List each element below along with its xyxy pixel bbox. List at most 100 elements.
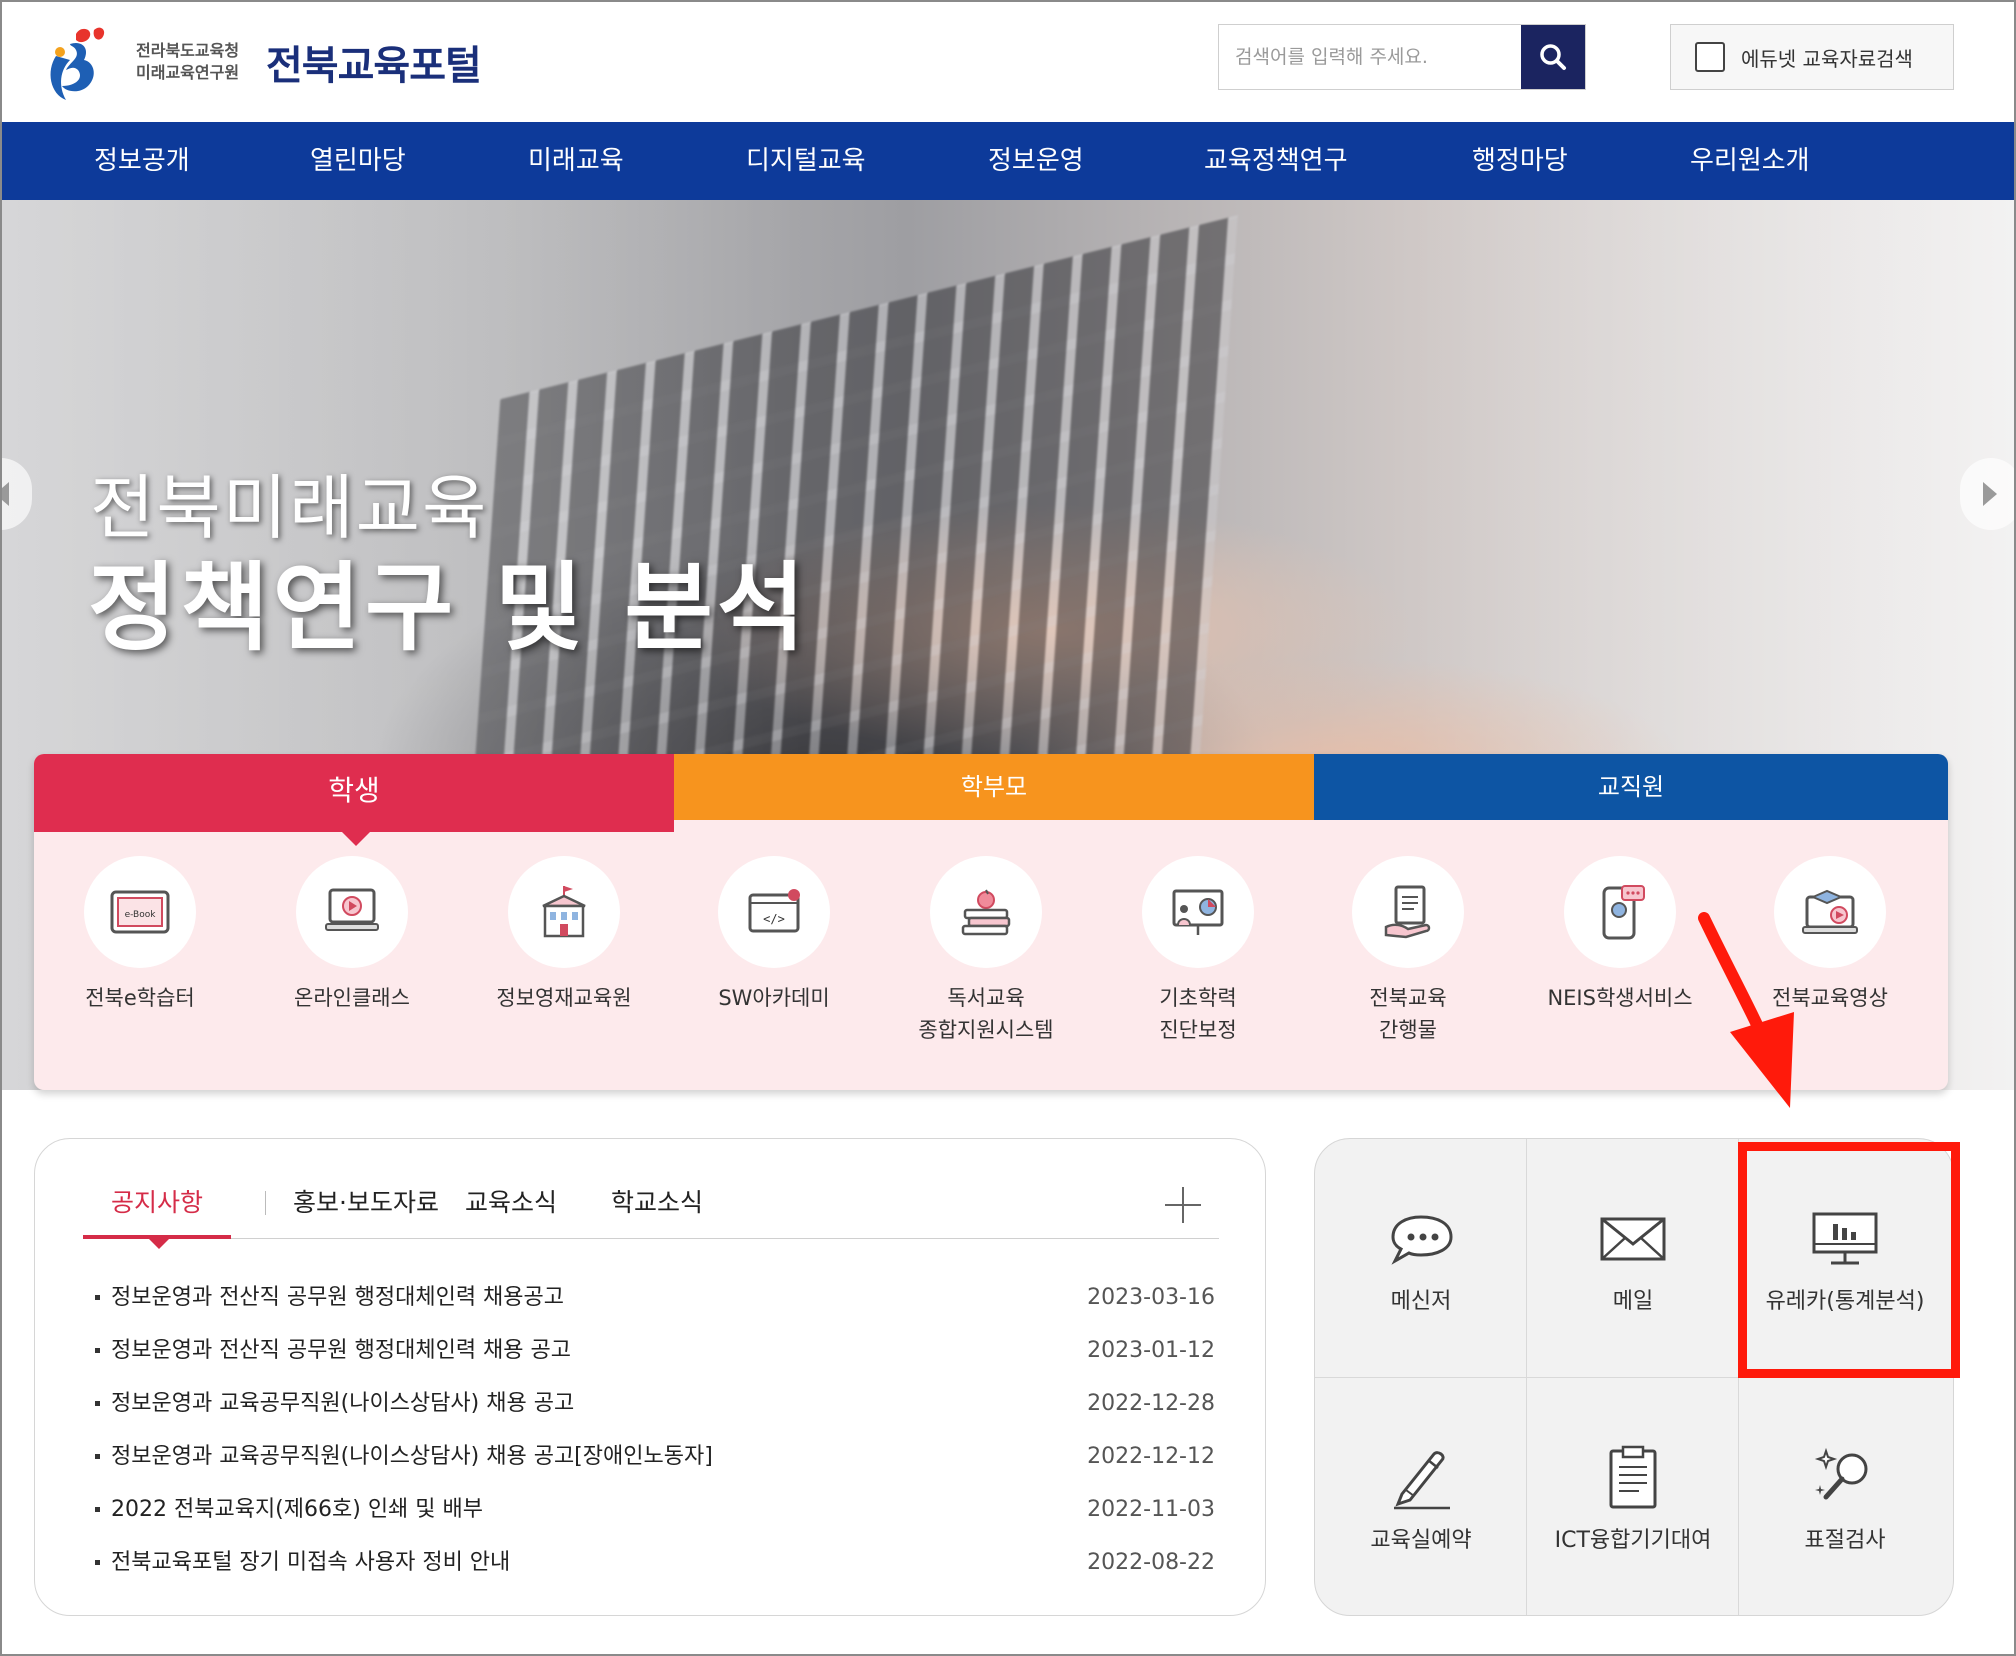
tab-student[interactable]: 학생 (34, 754, 674, 846)
tab-school-news[interactable]: 학교소식 (611, 1179, 703, 1239)
quick-label: 메일 (1612, 1289, 1654, 1314)
edunet-label: 에듀넷 교육자료검색 (1741, 46, 1913, 71)
notice-title[interactable]: 정보운영과 교육공무직원(나이스상담사) 채용 공고[장애인노동자] (111, 1430, 713, 1483)
service-item-gifted-education[interactable]: 정보영재교육원 (464, 856, 664, 1014)
quick-item-ict-rental[interactable]: ICT융합기기대여 (1527, 1378, 1739, 1615)
quick-item-messenger[interactable]: 메신저 (1315, 1139, 1527, 1378)
plus-icon (1165, 1187, 1201, 1223)
nav-item-open-forum[interactable]: 열린마당 (310, 122, 406, 200)
notice-board: 공지사항 홍보·보도자료 교육소식 학교소식 정보운영과 전산직 공무원 행정대… (34, 1138, 1266, 1616)
service-item-publications[interactable]: 전북교육 간행물 (1308, 856, 1508, 1046)
svg-text:e-Book: e-Book (125, 910, 157, 920)
tab-announcements[interactable]: 공지사항 (83, 1179, 231, 1249)
quick-label: 메신저 (1390, 1289, 1452, 1314)
pencil-icon (1383, 1446, 1459, 1510)
nav-item-about-us[interactable]: 우리원소개 (1690, 122, 1810, 200)
notice-row[interactable]: 정보운영과 전산직 공무원 행정대체인력 채용 공고 2023-01-12 (95, 1324, 1215, 1377)
service-label: SW아카데미 (718, 986, 830, 1010)
graduation-video-icon (1802, 889, 1858, 934)
notice-title[interactable]: 정보운영과 전산직 공무원 행정대체인력 채용 공고 (111, 1324, 571, 1377)
edunet-search-toggle[interactable]: 에듀넷 교육자료검색 (1670, 24, 1954, 90)
quick-label: 유레카(통계분석) (1765, 1289, 1925, 1314)
search-input[interactable] (1219, 25, 1521, 89)
notice-date: 2022-08-22 (1087, 1550, 1215, 1575)
service-label: 전북e학습터 (85, 986, 195, 1010)
service-label: 전북교육 간행물 (1369, 986, 1447, 1042)
hero-title: 정책연구 및 분석 (88, 552, 810, 664)
main-nav: 정보공개 열린마당 미래교육 디지털교육 정보운영 교육정책연구 행정마당 우리… (0, 122, 2016, 200)
tab-education-news[interactable]: 교육소식 (465, 1179, 557, 1239)
notice-list: 정보운영과 전산직 공무원 행정대체인력 채용공고 2023-03-16 정보운영… (95, 1271, 1215, 1589)
search-button[interactable] (1521, 25, 1585, 89)
nav-item-administration[interactable]: 행정마당 (1472, 122, 1568, 200)
edunet-checkbox[interactable] (1695, 42, 1725, 72)
service-item-education-video[interactable]: 전북교육영상 (1730, 856, 1930, 1014)
ebook-icon: e-Book (110, 890, 170, 934)
logo-org-line2: 미래교육연구원 (136, 63, 240, 82)
notice-row[interactable]: 정보운영과 전산직 공무원 행정대체인력 채용공고 2023-03-16 (95, 1271, 1215, 1324)
service-label: 온라인클래스 (294, 986, 410, 1010)
notice-row[interactable]: 정보운영과 교육공무직원(나이스상담사) 채용 공고[장애인노동자] 2022-1… (95, 1430, 1215, 1483)
bullet-icon (95, 1348, 100, 1353)
quick-item-eureka-statistics[interactable]: 유레카(통계분석) (1739, 1139, 1951, 1378)
service-icon-circle (1142, 856, 1254, 968)
service-label: 기초학력 진단보정 (1159, 986, 1237, 1042)
nav-item-info-disclosure[interactable]: 정보공개 (94, 122, 190, 200)
quick-item-classroom-booking[interactable]: 교육실예약 (1315, 1378, 1527, 1615)
search-icon (1540, 44, 1566, 70)
notice-row[interactable]: 전북교육포털 장기 미접속 사용자 정비 안내 2022-08-22 (95, 1536, 1215, 1589)
tab-staff[interactable]: 교직원 (1314, 754, 1948, 820)
nav-item-policy-research[interactable]: 교육정책연구 (1204, 122, 1348, 200)
service-item-basic-skills[interactable]: 기초학력 진단보정 (1098, 856, 1298, 1046)
svg-text:</>: </> (763, 912, 785, 926)
arrow-right-icon (1983, 482, 1997, 506)
arrow-left-icon (0, 482, 9, 506)
magnifier-sparkle-icon (1807, 1446, 1883, 1510)
service-item-sw-academy[interactable]: </> SW아카데미 (674, 856, 874, 1014)
notice-row[interactable]: 정보운영과 교육공무직원(나이스상담사) 채용 공고 2022-12-28 (95, 1377, 1215, 1430)
more-button[interactable] (1163, 1185, 1203, 1225)
monitor-chart-icon (1807, 1207, 1883, 1271)
logo-org-line1: 전라북도교육청 (136, 41, 240, 60)
bullet-icon (95, 1401, 100, 1406)
service-label: 독서교육 종합지원시스템 (918, 986, 1054, 1042)
bullet-icon (95, 1295, 100, 1300)
logo-mark-icon (50, 27, 105, 100)
service-label: NEIS학생서비스 (1547, 986, 1693, 1010)
tab-parent[interactable]: 학부모 (674, 754, 1314, 820)
chat-bubble-icon (1383, 1207, 1459, 1271)
notice-title[interactable]: 정보운영과 교육공무직원(나이스상담사) 채용 공고 (111, 1377, 574, 1430)
books-apple-icon (961, 889, 1011, 936)
quick-label: ICT융합기기대여 (1554, 1528, 1712, 1553)
site-logo[interactable]: 전라북도교육청 미래교육연구원 전북교육포털 (36, 14, 496, 110)
service-icon-circle (508, 856, 620, 968)
presentation-chart-icon (1172, 889, 1224, 935)
notice-title[interactable]: 전북교육포털 장기 미접속 사용자 정비 안내 (111, 1536, 510, 1589)
service-icon-circle (296, 856, 408, 968)
notice-date: 2023-01-12 (1087, 1338, 1215, 1363)
nav-item-digital-education[interactable]: 디지털교육 (746, 122, 866, 200)
service-item-e-learning[interactable]: e-Book 전북e학습터 (40, 856, 240, 1014)
notice-title[interactable]: 정보운영과 전산직 공무원 행정대체인력 채용공고 (111, 1271, 564, 1324)
search-box (1218, 24, 1586, 90)
service-icon-circle (1564, 856, 1676, 968)
hero-next-button[interactable] (1960, 458, 2016, 530)
quick-item-mail[interactable]: 메일 (1527, 1139, 1739, 1378)
service-item-reading-education[interactable]: 독서교육 종합지원시스템 (886, 856, 1086, 1046)
audience-tabs: 학생 학부모 교직원 (34, 754, 1948, 846)
notice-title[interactable]: 2022 전북교육지(제66호) 인쇄 및 배부 (111, 1483, 483, 1536)
service-item-neis-student[interactable]: NEIS학생서비스 (1520, 856, 1720, 1014)
tab-press-releases[interactable]: 홍보·보도자료 (293, 1179, 439, 1239)
quick-item-plagiarism-check[interactable]: 표절검사 (1739, 1378, 1951, 1615)
service-icon-circle: e-Book (84, 856, 196, 968)
document-hand-icon (1384, 885, 1431, 939)
service-icon-circle (1774, 856, 1886, 968)
service-label: 정보영재교육원 (496, 986, 632, 1010)
nav-item-info-operation[interactable]: 정보운영 (988, 122, 1084, 200)
notice-date: 2022-12-28 (1087, 1391, 1215, 1416)
nav-item-future-education[interactable]: 미래교육 (528, 122, 624, 200)
service-item-online-class[interactable]: 온라인클래스 (252, 856, 452, 1014)
site-header: 전라북도교육청 미래교육연구원 전북교육포털 에듀넷 교육자료검색 (0, 0, 2016, 122)
notice-row[interactable]: 2022 전북교육지(제66호) 인쇄 및 배부 2022-11-03 (95, 1483, 1215, 1536)
quick-label: 표절검사 (1804, 1528, 1886, 1553)
